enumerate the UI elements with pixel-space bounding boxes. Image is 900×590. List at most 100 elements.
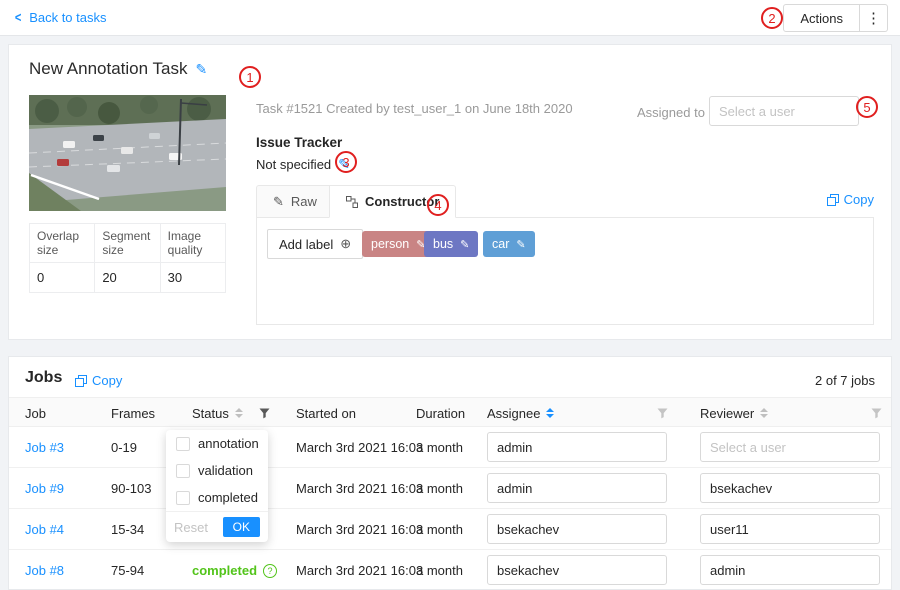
column-job-label: Job	[25, 406, 46, 421]
sort-carets-assignee[interactable]	[546, 408, 554, 418]
frames-cell: 15-34	[111, 509, 144, 550]
edit-label-bus-icon[interactable]: ✎	[460, 238, 469, 251]
filter-option-completed-label: completed	[198, 490, 258, 505]
assignee-input[interactable]	[487, 432, 667, 462]
task-parameters-table: Overlap size Segment size Image quality …	[29, 223, 226, 293]
filter-ok-button[interactable]: OK	[223, 517, 260, 537]
jobs-copy-label: Copy	[92, 373, 122, 388]
duration-cell: a month	[416, 427, 463, 468]
duration-cell: a month	[416, 509, 463, 550]
filter-option-completed[interactable]: completed	[166, 484, 268, 511]
actions-label: Actions	[800, 11, 843, 26]
jobs-title: Jobs	[25, 369, 62, 387]
filter-option-validation[interactable]: validation	[166, 457, 268, 484]
param-value-quality: 30	[160, 263, 225, 293]
pencil-icon: ✎	[273, 194, 284, 210]
table-row: Job #8 75-94 completed ? March 3rd 2021 …	[9, 550, 892, 590]
job-link[interactable]: Job #9	[25, 481, 64, 496]
param-header-quality: Image quality	[160, 224, 225, 263]
filter-footer: Reset OK	[166, 511, 268, 542]
sort-carets-status[interactable]	[235, 408, 243, 418]
column-header-job: Job	[25, 398, 46, 428]
reviewer-filter-button[interactable]	[871, 398, 882, 428]
checkbox-icon[interactable]	[176, 491, 190, 505]
started-cell: March 3rd 2021 16:03	[296, 468, 423, 509]
edit-title-icon[interactable]: ✎	[195, 61, 207, 78]
copy-labels-link[interactable]: Copy	[827, 192, 874, 207]
assignee-input[interactable]	[487, 514, 667, 544]
jobs-panel: Jobs Copy 2 of 7 jobs Job Frames Status …	[8, 356, 892, 590]
copy-jobs-link[interactable]: Copy	[75, 373, 122, 388]
assignee-filter-button[interactable]	[657, 398, 668, 428]
traffic-scene-illustration	[29, 95, 226, 211]
filter-funnel-icon	[871, 408, 882, 419]
column-assignee-label: Assignee	[487, 406, 540, 421]
back-chevron-icon: <	[15, 9, 22, 25]
labels-tabs-area: ✎ Raw Constructor Copy Ad	[256, 185, 874, 325]
table-row: Job #3 0-19 March 3rd 2021 16:03 a month	[9, 427, 892, 468]
job-link[interactable]: Job #4	[25, 522, 64, 537]
column-header-reviewer[interactable]: Reviewer	[700, 398, 768, 428]
frames-cell: 90-103	[111, 468, 151, 509]
column-header-frames: Frames	[111, 398, 155, 428]
task-meta-text: Task #1521 Created by test_user_1 on Jun…	[256, 101, 573, 116]
jobs-table-header: Job Frames Status Started on Duration As…	[9, 397, 892, 427]
started-cell: March 3rd 2021 16:03	[296, 509, 423, 550]
column-reviewer-label: Reviewer	[700, 406, 754, 421]
params-header-row: Overlap size Segment size Image quality	[30, 224, 226, 263]
reviewer-input[interactable]	[700, 514, 880, 544]
assignee-input[interactable]	[487, 473, 667, 503]
labels-constructor-box: Add label ⊕ person ✎ bus ✎ car ✎	[256, 218, 874, 325]
label-chip-person-name: person	[371, 237, 409, 251]
annotation-marker-5: 5	[856, 96, 878, 118]
sort-carets-reviewer[interactable]	[760, 408, 768, 418]
filter-option-annotation[interactable]: annotation	[166, 430, 268, 457]
label-chip-bus[interactable]: bus ✎	[424, 231, 478, 257]
column-header-duration: Duration	[416, 398, 465, 428]
copy-icon	[75, 375, 87, 387]
params-value-row: 0 20 30	[30, 263, 226, 293]
status-cell: completed ?	[192, 550, 277, 590]
started-cell: March 3rd 2021 16:03	[296, 427, 423, 468]
jobs-count: 2 of 7 jobs	[815, 373, 875, 388]
question-circle-icon[interactable]: ?	[263, 564, 277, 578]
job-link[interactable]: Job #8	[25, 563, 64, 578]
task-details-panel: New Annotation Task ✎	[8, 44, 892, 340]
filter-reset-button[interactable]: Reset	[174, 520, 208, 535]
issue-tracker-value: Not specified	[256, 157, 331, 172]
annotation-marker-2: 2	[761, 7, 783, 29]
back-to-tasks-link[interactable]: < Back to tasks	[14, 9, 107, 25]
copy-label: Copy	[844, 192, 874, 207]
edit-label-car-icon[interactable]: ✎	[516, 238, 525, 251]
status-filter-button[interactable]	[259, 398, 270, 428]
assigned-to-label: Assigned to	[637, 105, 705, 120]
reviewer-input[interactable]	[700, 432, 880, 462]
add-label-button[interactable]: Add label ⊕	[267, 229, 363, 259]
more-menu-button[interactable]: ⋮	[860, 4, 888, 32]
actions-button[interactable]: Actions	[783, 4, 860, 32]
filter-option-annotation-label: annotation	[198, 436, 259, 451]
tab-raw-label: Raw	[291, 194, 317, 209]
job-link[interactable]: Job #3	[25, 440, 64, 455]
started-cell: March 3rd 2021 16:03	[296, 550, 423, 590]
table-row: Job #4 15-34 March 3rd 2021 16:03 a mont…	[9, 509, 892, 550]
checkbox-icon[interactable]	[176, 464, 190, 478]
status-filter-dropdown: annotation validation completed Reset OK	[166, 430, 268, 542]
task-assignee-input[interactable]	[709, 96, 859, 126]
filter-option-validation-label: validation	[198, 463, 253, 478]
filter-funnel-icon	[259, 408, 270, 419]
label-chip-car[interactable]: car ✎	[483, 231, 535, 257]
param-value-segment: 20	[95, 263, 160, 293]
label-chip-car-name: car	[492, 237, 509, 251]
param-header-segment: Segment size	[95, 224, 160, 263]
reviewer-input[interactable]	[700, 555, 880, 585]
assignee-input[interactable]	[487, 555, 667, 585]
tab-raw[interactable]: ✎ Raw	[256, 185, 334, 218]
duration-cell: a month	[416, 468, 463, 509]
add-label-text: Add label	[279, 237, 333, 252]
column-frames-label: Frames	[111, 406, 155, 421]
column-header-assignee[interactable]: Assignee	[487, 398, 554, 428]
column-header-status[interactable]: Status	[192, 398, 243, 428]
checkbox-icon[interactable]	[176, 437, 190, 451]
reviewer-input[interactable]	[700, 473, 880, 503]
